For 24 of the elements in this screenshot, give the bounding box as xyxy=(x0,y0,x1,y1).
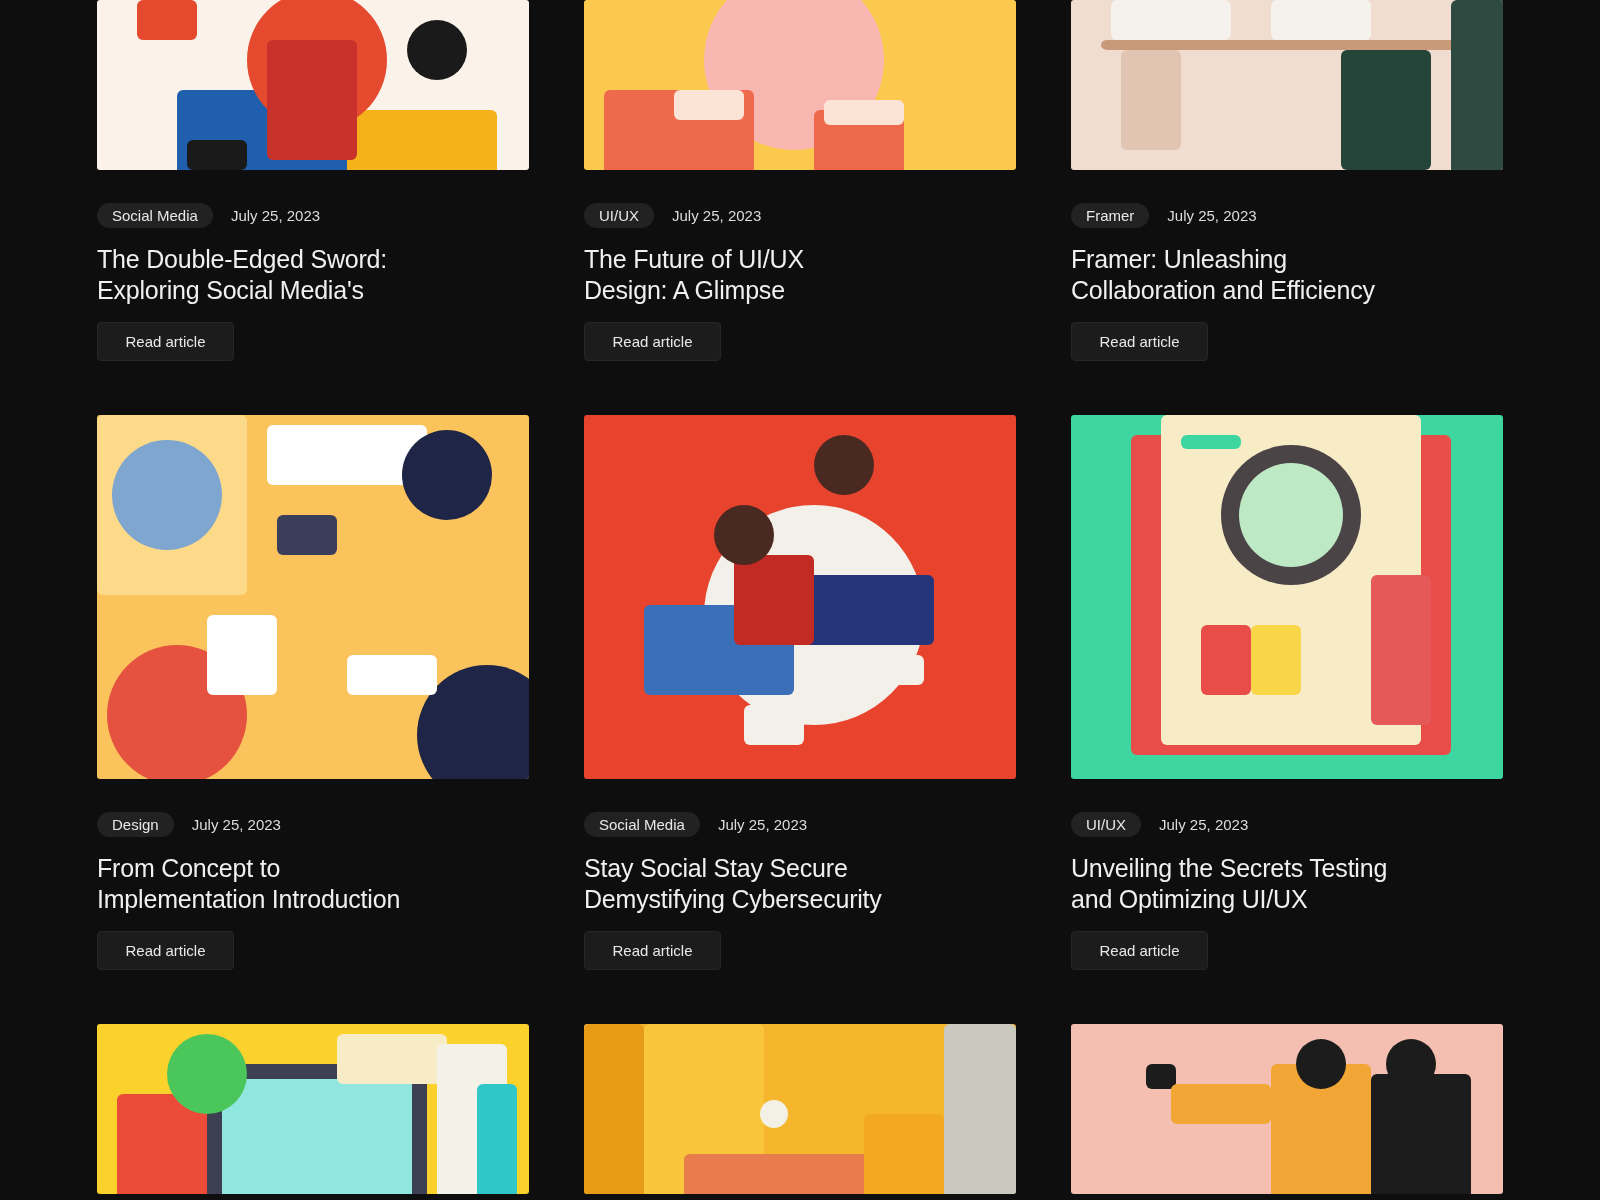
post-date: July 25, 2023 xyxy=(672,207,762,224)
category-tag[interactable]: Design xyxy=(97,812,174,837)
read-article-button[interactable]: Read article xyxy=(97,931,234,970)
category-tag[interactable]: Social Media xyxy=(584,812,700,837)
read-article-button[interactable]: Read article xyxy=(1071,322,1208,361)
article-title: The Future of UI/UX Design: A Glimpse xyxy=(584,244,805,306)
post-date: July 25, 2023 xyxy=(717,816,808,833)
read-article-button[interactable]: Read article xyxy=(97,322,234,361)
article-title: Unveiling the Secrets Testing and Optimizing UI/UX xyxy=(1071,853,1389,915)
post-date: July 25, 2023 xyxy=(1167,207,1257,224)
category-tag[interactable]: Social Media xyxy=(97,203,213,228)
read-article-button[interactable]: Read article xyxy=(584,322,721,361)
read-article-button[interactable]: Read article xyxy=(1071,931,1208,970)
article-title: The Double-Edged Sword: Exploring Social Media's xyxy=(97,244,389,306)
post-date: July 25, 2023 xyxy=(191,816,281,833)
category-tag[interactable]: UI/UX xyxy=(1071,812,1141,837)
article-title: Framer: Unleashing Collaboration and Efficiency xyxy=(1071,244,1376,306)
article-title: Stay Social Stay Secure Demystifying Cybersecurity xyxy=(584,853,883,915)
category-tag[interactable]: Framer xyxy=(1071,203,1150,228)
post-date: July 25, 2023 xyxy=(1159,816,1249,833)
article-title: From Concept to Implementation Introduction xyxy=(97,853,402,915)
read-article-button[interactable]: Read article xyxy=(584,931,721,970)
post-date: July 25, 2023 xyxy=(230,207,321,224)
category-tag[interactable]: UI/UX xyxy=(584,203,654,228)
